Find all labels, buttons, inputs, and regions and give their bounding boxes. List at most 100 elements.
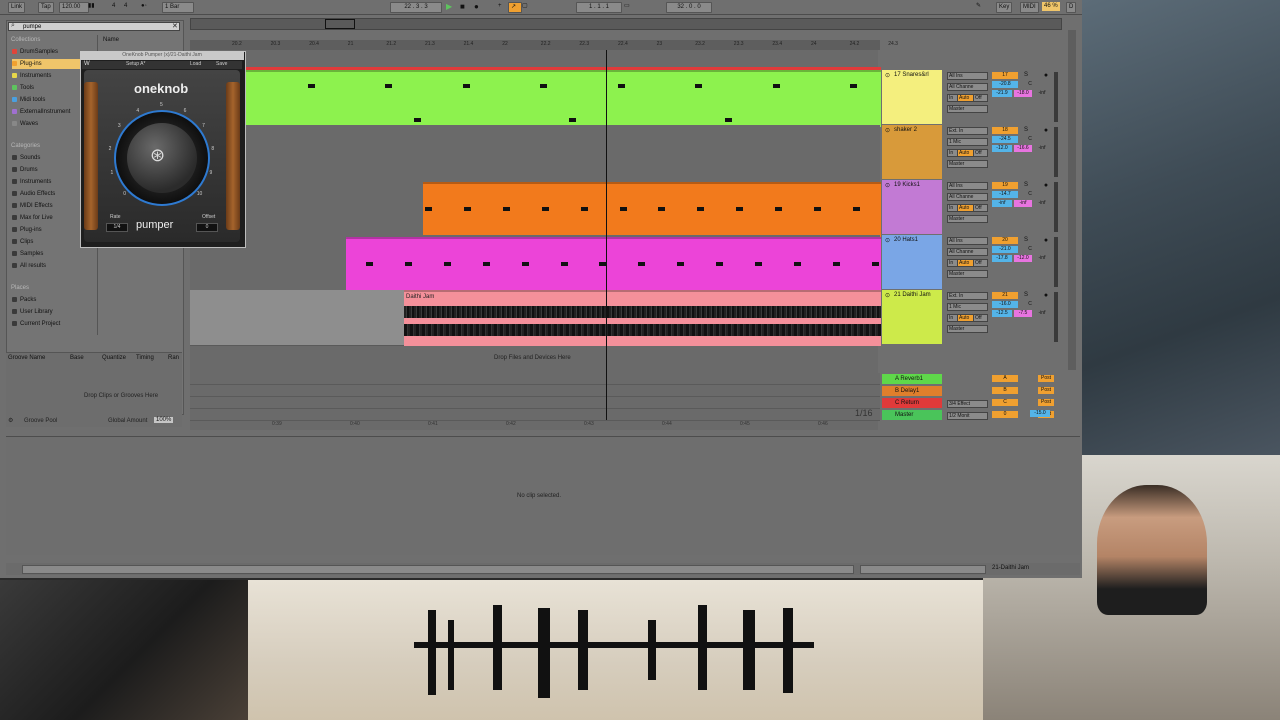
metronome-toggle-icon[interactable]: ●◦ [141, 2, 147, 11]
monitor-off-button[interactable]: Off [973, 259, 988, 267]
io-channel-select[interactable]: All Channe [947, 193, 988, 201]
tap-tempo-button[interactable]: Tap [38, 2, 54, 13]
post-toggle[interactable]: Post [1038, 375, 1054, 382]
setup-selector[interactable]: Setup A* [126, 61, 145, 67]
return-activator[interactable]: C [992, 399, 1018, 406]
monitor-auto-button[interactable]: Auto [957, 149, 974, 157]
automation-arm-icon[interactable]: ↗ [508, 2, 522, 13]
volume-field[interactable]: -14.7 [992, 191, 1018, 198]
link-button[interactable]: Link [8, 2, 26, 13]
midi-note[interactable] [580, 207, 588, 211]
return-routing[interactable]: 1/2 Monit [947, 412, 988, 420]
midi-note[interactable] [832, 262, 840, 266]
midi-note[interactable] [414, 118, 421, 122]
midi-note[interactable] [619, 207, 627, 211]
send-b-field[interactable]: -inf [1014, 200, 1032, 207]
send-b-field[interactable]: -18.0 [1014, 90, 1032, 97]
send-b-field[interactable]: -7.5 [1014, 310, 1032, 317]
io-input-select[interactable]: All Ins [947, 237, 988, 245]
pan-field[interactable]: C [1022, 81, 1038, 88]
io-out-select[interactable]: Master [947, 270, 988, 278]
overview-viewport[interactable] [325, 19, 355, 29]
midi-note[interactable] [697, 207, 705, 211]
io-out-select[interactable]: Master [947, 105, 988, 113]
midi-note[interactable] [695, 84, 702, 88]
midi-note[interactable] [793, 262, 801, 266]
midi-note[interactable] [638, 262, 646, 266]
category-item[interactable]: All results [12, 261, 92, 271]
midi-note[interactable] [775, 207, 783, 211]
midi-note[interactable] [725, 118, 732, 122]
track-number-button[interactable]: 17 [992, 72, 1018, 79]
record-icon[interactable]: ● [474, 2, 479, 11]
send-c-field[interactable]: -inf [1034, 255, 1050, 262]
midi-note[interactable] [502, 207, 510, 211]
io-input-select[interactable]: All Ins [947, 182, 988, 190]
metronome-icon[interactable]: ▮▮ [88, 2, 95, 11]
send-a-field[interactable]: -21.9 [992, 90, 1012, 97]
midi-map-button[interactable]: MIDI [1020, 2, 1039, 13]
io-input-select[interactable]: All Ins [947, 72, 988, 80]
load-button[interactable]: Load [190, 61, 201, 67]
midi-note[interactable] [850, 84, 857, 88]
fold-icon[interactable]: ⊙ [885, 237, 890, 244]
loop-start-field[interactable]: 1 . 1 . 1 [576, 2, 622, 13]
io-out-select[interactable]: Master [947, 160, 988, 168]
solo-icon[interactable]: S [1022, 237, 1030, 244]
midi-note[interactable] [482, 262, 490, 266]
pan-field[interactable]: C [1022, 136, 1038, 143]
sig-numerator[interactable]: 4 [112, 2, 115, 11]
rate-selector[interactable]: 1/4 [106, 223, 128, 232]
io-out-select[interactable]: Master [947, 215, 988, 223]
fold-icon[interactable]: ⊙ [885, 127, 890, 134]
track-header[interactable]: 20 Hats1 ⊙ [882, 235, 942, 289]
key-map-button[interactable]: Key [996, 2, 1013, 13]
send-a-field[interactable]: -12.0 [992, 145, 1012, 152]
volume-field[interactable]: -24.5 [992, 136, 1018, 143]
send-a-field[interactable]: -12.5 [992, 310, 1012, 317]
offset-selector[interactable]: 0 [196, 223, 218, 232]
song-position-field[interactable]: 22 . 3 . 3 [390, 2, 442, 13]
quantization-select[interactable]: 1 Bar [162, 2, 194, 13]
midi-clip-kicks[interactable] [423, 182, 881, 237]
midi-note[interactable] [425, 207, 432, 211]
io-channel-select[interactable]: All Channe [947, 248, 988, 256]
clear-search-icon[interactable]: ✕ [172, 22, 178, 30]
track-header[interactable]: 17 Snares&rl ⊙ [882, 70, 942, 124]
midi-note[interactable] [443, 262, 451, 266]
track-header[interactable]: shaker 2 ⊙ [882, 125, 942, 179]
midi-note[interactable] [658, 207, 666, 211]
sig-denominator[interactable]: 4 [124, 2, 127, 11]
track-number-button[interactable]: 19 [992, 182, 1018, 189]
send-b-field[interactable]: -16.6 [1014, 145, 1032, 152]
midi-note[interactable] [366, 262, 373, 266]
overdub-icon[interactable]: + [498, 2, 502, 11]
stop-icon[interactable]: ■ [460, 2, 465, 11]
arm-icon[interactable]: ● [1042, 72, 1050, 79]
monitor-auto-button[interactable]: Auto [957, 314, 974, 322]
monitor-off-button[interactable]: Off [973, 94, 988, 102]
midi-note[interactable] [463, 207, 471, 211]
send-c-field[interactable]: -inf [1034, 200, 1050, 207]
midi-note[interactable] [540, 84, 547, 88]
solo-icon[interactable]: S [1022, 72, 1030, 79]
midi-note[interactable] [463, 84, 470, 88]
solo-icon[interactable]: S [1022, 182, 1030, 189]
punch-icon[interactable]: ▭ [624, 2, 630, 11]
master-volume-field[interactable]: -15.0 [1030, 410, 1050, 417]
midi-note[interactable] [677, 262, 685, 266]
place-item[interactable]: Packs [12, 295, 92, 305]
plugin-window-title[interactable]: OneKnob Pumper (x)/21-Daithi Jam [80, 51, 244, 60]
return-activator[interactable]: 0 [992, 411, 1018, 418]
loop-length-field[interactable]: 32 . 0 . 0 [666, 2, 712, 13]
return-activator[interactable]: A [992, 375, 1018, 382]
arm-icon[interactable]: ● [1042, 182, 1050, 189]
monitor-auto-button[interactable]: Auto [957, 94, 974, 102]
pan-field[interactable]: C [1022, 191, 1038, 198]
midi-note[interactable] [736, 207, 744, 211]
save-button[interactable]: Save [216, 61, 227, 67]
io-channel-select[interactable]: 1 Mic [947, 303, 988, 311]
global-amount-field[interactable]: 100% [154, 417, 174, 423]
browser-search-input[interactable] [8, 22, 180, 31]
vertical-scrollbar[interactable] [1068, 30, 1076, 370]
